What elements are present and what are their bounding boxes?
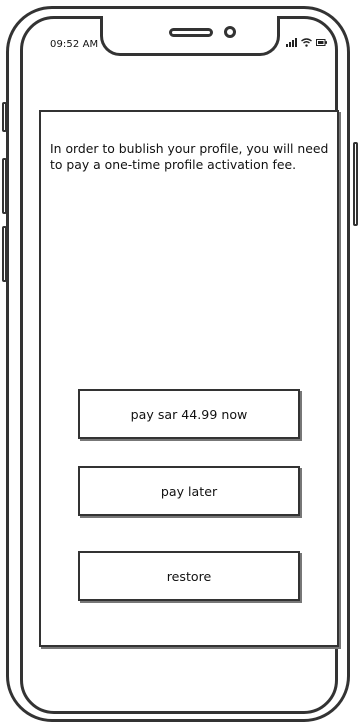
volume-down-button [2, 226, 7, 282]
battery-icon [316, 39, 327, 46]
speaker-grille [169, 28, 213, 37]
signal-icon [286, 38, 297, 47]
pay-now-button[interactable]: pay sar 44.99 now [78, 389, 300, 439]
activation-fee-message: In order to bublish your profile, you wi… [50, 141, 329, 172]
volume-up-button [2, 158, 7, 214]
status-icons [286, 38, 327, 47]
mute-switch [2, 102, 7, 132]
content-panel: In order to bublish your profile, you wi… [39, 110, 339, 647]
status-time: 09:52 AM [50, 39, 99, 50]
front-camera [224, 26, 236, 38]
pay-later-button[interactable]: pay later [78, 466, 300, 516]
restore-button[interactable]: restore [78, 551, 300, 601]
wifi-icon [301, 38, 312, 47]
power-button [353, 142, 358, 226]
